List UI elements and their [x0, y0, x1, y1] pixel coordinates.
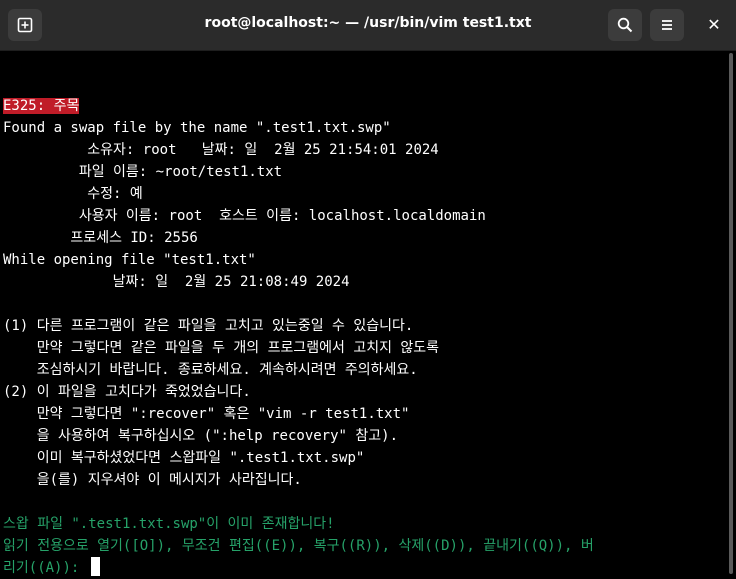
swap-exists-message: 스왑 파일 ".test1.txt.swp"이 이미 존재합니다!	[3, 516, 335, 532]
terminal-line: (1) 다른 프로그램이 같은 파일을 고치고 있는중일 수 있습니다.	[3, 318, 414, 334]
terminal-line: 조심하시기 바랍니다. 종료하세요. 계속하시려면 주의하세요.	[3, 362, 418, 378]
title-bar: root@localhost:~ — /usr/bin/vim test1.tx…	[0, 0, 736, 51]
terminal-line: 만약 그렇다면 ":recover" 혹은 "vim -r test1.txt"	[3, 406, 410, 422]
terminal-line: 파일 이름: ~root/test1.txt	[3, 164, 283, 180]
terminal-line: 을(를) 지우셔야 이 메시지가 사라집니다.	[3, 472, 302, 488]
swap-options-prompt: 읽기 전용으로 열기([O]), 무조건 편집((E)), 복구((R)), 삭…	[3, 538, 594, 554]
terminal-line: 을 사용하여 복구하십시오 (":help recovery" 참고).	[3, 428, 399, 444]
terminal-line: 프로세스 ID: 2556	[3, 230, 198, 246]
terminal-line: 수정: 예	[3, 186, 143, 202]
close-button[interactable]: ✕	[697, 9, 731, 41]
scrollbar-thumb[interactable]	[729, 53, 733, 574]
terminal-line: 사용자 이름: root 호스트 이름: localhost.localdoma…	[3, 208, 486, 224]
swap-options-prompt-continued: 리기((A)):	[3, 560, 88, 576]
terminal-line: E325: 주목	[3, 95, 80, 117]
text-cursor	[90, 557, 100, 576]
terminal-line: 만약 그렇다면 같은 파일을 두 개의 프로그램에서 고치지 않도록	[3, 340, 440, 356]
close-icon: ✕	[707, 15, 721, 34]
terminal-output[interactable]: E325: 주목 Found a swap file by the name "…	[0, 51, 722, 577]
terminal-line: While opening file "test1.txt"	[3, 252, 256, 268]
terminal-line: 이미 복구하셨었다면 스왑파일 ".test1.txt.swp"	[3, 450, 365, 466]
hamburger-menu-icon	[662, 20, 672, 30]
scrollbar[interactable]	[724, 51, 736, 577]
terminal-line: 소유자: root 날짜: 일 2월 25 21:54:01 2024	[3, 142, 439, 158]
prompt-input-line[interactable]: 리기((A)):	[3, 557, 100, 579]
error-code-label: E325: 주목	[3, 98, 80, 114]
terminal-line: (2) 이 파일을 고치다가 죽었었습니다.	[3, 384, 251, 400]
terminal-line: Found a swap file by the name ".test1.tx…	[3, 120, 391, 136]
menu-button[interactable]	[650, 9, 684, 41]
search-button[interactable]	[608, 9, 642, 41]
terminal-line: 날짜: 일 2월 25 21:08:49 2024	[3, 274, 350, 290]
search-icon	[617, 17, 633, 33]
